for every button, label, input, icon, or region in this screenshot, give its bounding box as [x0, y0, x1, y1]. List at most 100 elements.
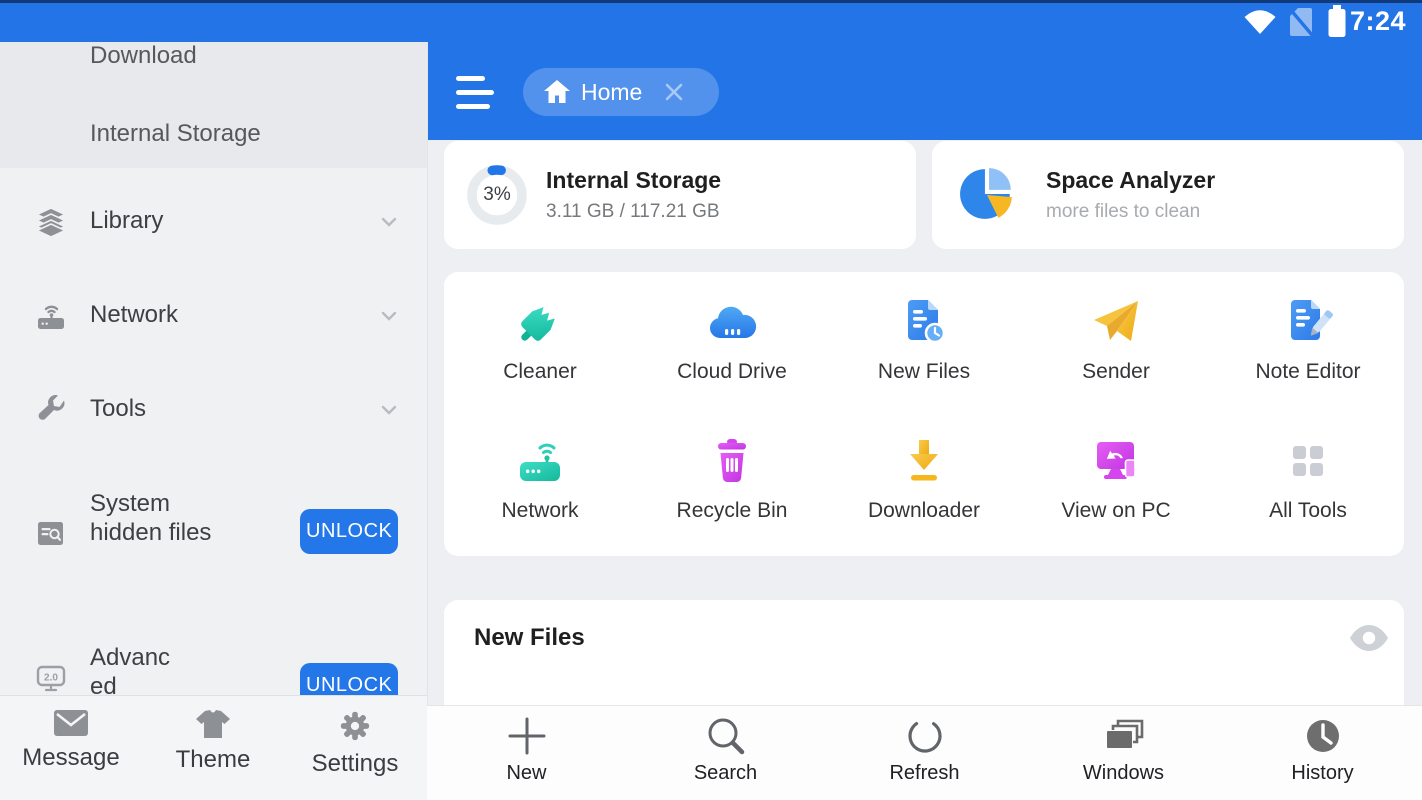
- tool-downloader[interactable]: Downloader: [828, 435, 1020, 565]
- tool-label: Network: [444, 499, 636, 523]
- tool-label: Downloader: [828, 499, 1020, 523]
- analyzer-card-subtitle: more files to clean: [1046, 201, 1200, 223]
- footer-message-button[interactable]: Message: [0, 696, 142, 800]
- tool-label: Cleaner: [444, 360, 636, 384]
- toolbar-history-button[interactable]: History: [1223, 706, 1422, 800]
- tool-label: New Files: [828, 360, 1020, 384]
- footer-settings-button[interactable]: Settings: [284, 696, 426, 800]
- toolbar-label: Search: [626, 762, 825, 785]
- tool-label: All Tools: [1212, 499, 1404, 523]
- unlock-hidden-files-button[interactable]: UNLOCK: [300, 509, 398, 554]
- toolbar-search-button[interactable]: Search: [626, 706, 825, 800]
- tool-note-editor[interactable]: Note Editor: [1212, 296, 1404, 426]
- tool-label: Recycle Bin: [636, 499, 828, 523]
- hidden-files-doc-icon: [37, 520, 64, 547]
- menu-icon[interactable]: [456, 74, 500, 110]
- storage-progress-ring: 3%: [466, 164, 528, 226]
- toolbar-new-button[interactable]: New: [427, 706, 626, 800]
- new-files-doc-icon: [898, 296, 950, 348]
- download-arrow-icon: [898, 435, 950, 487]
- cloud-icon: [706, 296, 758, 348]
- grid-icon: [1282, 435, 1334, 487]
- clock-time: 7:24: [1350, 6, 1406, 37]
- sidebar-item-tools[interactable]: Tools: [90, 395, 146, 423]
- tools-wrench-icon: [36, 394, 66, 424]
- battery-icon: [1327, 5, 1347, 37]
- tools-panel: Cleaner Cloud Drive New Files: [444, 272, 1404, 556]
- storage-percent-label: 3%: [466, 164, 528, 226]
- analyzer-card-title: Space Analyzer: [1046, 167, 1215, 194]
- navigation-drawer: Download Internal Storage Library Networ: [0, 42, 428, 800]
- tab-home-label: Home: [581, 79, 642, 106]
- tab-home[interactable]: Home: [523, 68, 719, 116]
- pie-chart-icon: [958, 165, 1016, 223]
- footer-label: Settings: [284, 750, 426, 778]
- search-icon: [704, 714, 748, 758]
- history-clock-icon: [1301, 714, 1345, 758]
- tool-label: Sender: [1020, 360, 1212, 384]
- toolbar-label: New: [427, 762, 626, 785]
- advanced-2-0-icon: 2.0: [36, 664, 66, 694]
- bottom-toolbar: New Search Refresh Windows: [427, 705, 1422, 800]
- trash-icon: [706, 435, 758, 487]
- message-envelope-icon: [54, 710, 88, 736]
- tool-cloud-drive[interactable]: Cloud Drive: [636, 296, 828, 426]
- svg-text:2.0: 2.0: [44, 673, 58, 684]
- chevron-down-icon[interactable]: [378, 399, 400, 421]
- visibility-eye-icon[interactable]: [1350, 624, 1388, 652]
- tool-label: View on PC: [1020, 499, 1212, 523]
- network-router-icon: [36, 300, 66, 330]
- toolbar-windows-button[interactable]: Windows: [1024, 706, 1223, 800]
- toolbar-label: Refresh: [825, 762, 1024, 785]
- drawer-footer: Message Theme: [0, 695, 427, 800]
- toolbar-label: Windows: [1024, 762, 1223, 785]
- tool-sender[interactable]: Sender: [1020, 296, 1212, 426]
- sidebar-item-network[interactable]: Network: [90, 301, 178, 329]
- tool-new-files[interactable]: New Files: [828, 296, 1020, 426]
- footer-label: Theme: [142, 746, 284, 774]
- settings-gear-icon: [339, 710, 371, 742]
- router-icon: [514, 435, 566, 487]
- sidebar-item-download[interactable]: Download: [90, 42, 197, 70]
- new-files-section: New Files: [444, 600, 1404, 720]
- storage-card-title: Internal Storage: [546, 167, 721, 194]
- internal-storage-card[interactable]: 3% Internal Storage 3.11 GB / 117.21 GB: [444, 141, 916, 249]
- plus-icon: [505, 714, 549, 758]
- chevron-down-icon[interactable]: [378, 305, 400, 327]
- footer-theme-button[interactable]: Theme: [142, 696, 284, 800]
- home-icon: [543, 79, 571, 105]
- tool-cleaner[interactable]: Cleaner: [444, 296, 636, 426]
- tool-all-tools[interactable]: All Tools: [1212, 435, 1404, 565]
- app-screen: Home 7:24 3% Inte: [0, 0, 1422, 800]
- theme-tshirt-icon: [195, 710, 231, 738]
- windows-stack-icon: [1102, 714, 1146, 758]
- wifi-icon: [1242, 8, 1278, 36]
- sidebar-item-library[interactable]: Library: [90, 207, 163, 235]
- close-tab-icon[interactable]: [664, 82, 684, 102]
- space-analyzer-card[interactable]: Space Analyzer more files to clean: [932, 141, 1404, 249]
- refresh-icon: [903, 714, 947, 758]
- paper-plane-icon: [1090, 296, 1142, 348]
- tool-label: Note Editor: [1212, 360, 1404, 384]
- no-sim-icon: [1288, 7, 1314, 37]
- toolbar-label: History: [1223, 762, 1422, 785]
- sidebar-item-internal-storage[interactable]: Internal Storage: [90, 120, 261, 148]
- storage-card-usage: 3.11 GB / 117.21 GB: [546, 201, 720, 223]
- cleaner-brush-icon: [514, 296, 566, 348]
- monitor-share-icon: [1090, 435, 1142, 487]
- drawer-top-group: [0, 42, 427, 168]
- tool-network[interactable]: Network: [444, 435, 636, 565]
- screen-top-edge: [0, 0, 1422, 3]
- chevron-down-icon[interactable]: [378, 211, 400, 233]
- toolbar-refresh-button[interactable]: Refresh: [825, 706, 1024, 800]
- library-layers-icon: [36, 207, 66, 237]
- footer-label: Message: [0, 744, 142, 772]
- note-editor-icon: [1282, 296, 1334, 348]
- status-bar: 7:24: [0, 0, 1422, 42]
- new-files-title: New Files: [474, 624, 585, 652]
- tool-recycle-bin[interactable]: Recycle Bin: [636, 435, 828, 565]
- sidebar-item-advanced[interactable]: Advanced: [90, 643, 174, 701]
- sidebar-item-system-hidden-files[interactable]: System hidden files: [90, 489, 220, 547]
- tool-view-on-pc[interactable]: View on PC: [1020, 435, 1212, 565]
- tool-label: Cloud Drive: [636, 360, 828, 384]
